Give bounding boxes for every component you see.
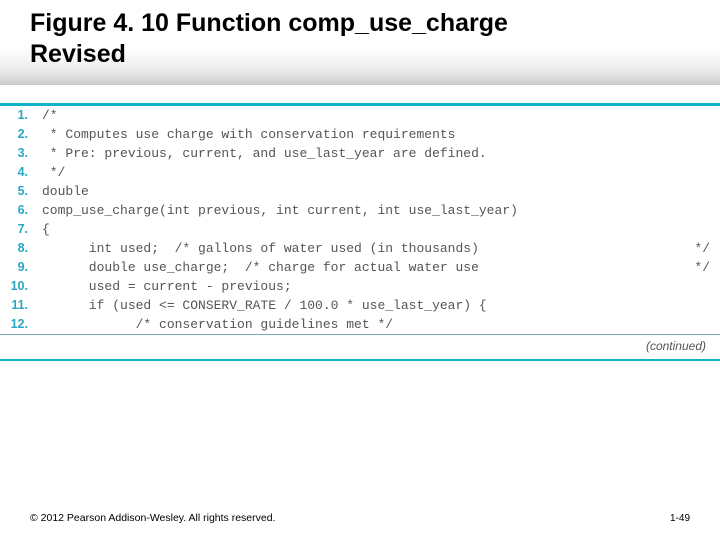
code-line: 6.comp_use_charge(int previous, int curr… (0, 201, 720, 220)
page-number: 1-49 (670, 513, 690, 524)
code-right-comment: */ (694, 260, 710, 275)
code-text: double (36, 182, 720, 201)
code-text: */ (36, 163, 720, 182)
code-line: 5.double (0, 182, 720, 201)
line-number: 10. (0, 277, 36, 296)
slide-header: Figure 4. 10 Function comp_use_charge Re… (0, 0, 720, 85)
line-number: 7. (0, 220, 36, 239)
figure-title: Figure 4. 10 Function comp_use_charge Re… (30, 8, 690, 71)
code-line: 8. int used; /* gallons of water used (i… (0, 239, 720, 258)
line-number: 3. (0, 144, 36, 163)
code-right-comment: */ (694, 241, 710, 256)
title-line-1: Figure 4. 10 Function comp_use_charge (30, 9, 508, 37)
code-line: 1./* (0, 106, 720, 125)
code-line: 12. /* conservation guidelines met */ (0, 315, 720, 334)
code-text: double use_charge; /* charge for actual … (36, 258, 720, 277)
slide: Figure 4. 10 Function comp_use_charge Re… (0, 0, 720, 540)
line-number: 12. (0, 315, 36, 334)
code-left: int used; /* gallons of water used (in t… (42, 241, 479, 256)
line-number: 1. (0, 106, 36, 125)
code-line: 4. */ (0, 163, 720, 182)
line-number: 2. (0, 125, 36, 144)
code-text: int used; /* gallons of water used (in t… (36, 239, 720, 258)
code-text: if (used <= CONSERV_RATE / 100.0 * use_l… (36, 296, 720, 315)
code-line: 3. * Pre: previous, current, and use_las… (0, 144, 720, 163)
line-number: 11. (0, 296, 36, 315)
line-number: 5. (0, 182, 36, 201)
code-text: * Pre: previous, current, and use_last_y… (36, 144, 720, 163)
code-left: double use_charge; /* charge for actual … (42, 260, 479, 275)
code-text: used = current - previous; (36, 277, 720, 296)
line-number: 9. (0, 258, 36, 277)
code-text: /* (36, 106, 720, 125)
title-line-2: Revised (30, 40, 126, 68)
code-text: /* conservation guidelines met */ (36, 315, 720, 334)
code-line: 10. used = current - previous; (0, 277, 720, 296)
code-line: 9. double use_charge; /* charge for actu… (0, 258, 720, 277)
code-table: 1./* 2. * Computes use charge with conse… (0, 106, 720, 334)
code-text: comp_use_charge(int previous, int curren… (36, 201, 720, 220)
code-listing: 1./* 2. * Computes use charge with conse… (0, 103, 720, 361)
code-line: 7.{ (0, 220, 720, 239)
line-number: 4. (0, 163, 36, 182)
code-text: * Computes use charge with conservation … (36, 125, 720, 144)
code-line: 11. if (used <= CONSERV_RATE / 100.0 * u… (0, 296, 720, 315)
continued-label: (continued) (0, 334, 720, 361)
code-text: { (36, 220, 720, 239)
code-line: 2. * Computes use charge with conservati… (0, 125, 720, 144)
line-number: 8. (0, 239, 36, 258)
line-number: 6. (0, 201, 36, 220)
footer: © 2012 Pearson Addison-Wesley. All right… (30, 512, 690, 524)
copyright-text: © 2012 Pearson Addison-Wesley. All right… (30, 512, 275, 524)
